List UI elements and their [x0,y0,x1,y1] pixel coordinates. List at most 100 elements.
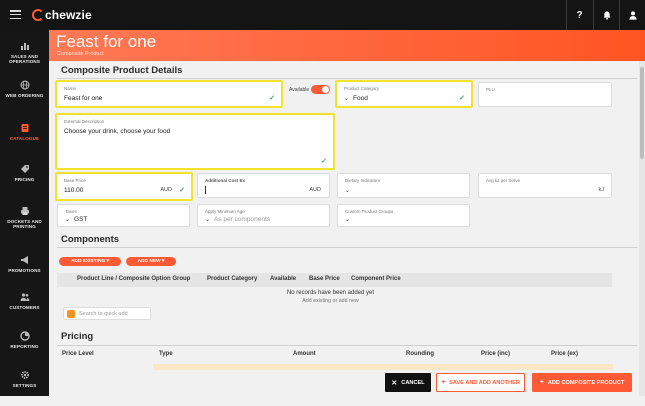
taxes-select[interactable]: Taxes ⌄ GST [57,204,190,227]
currency-suffix: AUD [160,187,172,193]
logo-text: chewzie [45,8,92,22]
check-icon: ✓ [269,95,275,102]
sidebar-item-label: WEB ORDERING [5,93,44,98]
column-header: Product Category [207,276,258,282]
section-divider [57,345,637,346]
column-header: Product Line / Composite Option Group [77,276,191,282]
bell-icon[interactable] [593,0,619,30]
external-description-value: Choose your drink, choose your food [64,128,171,135]
section-divider [57,247,637,248]
base-price-field[interactable]: Base Price 110.00 AUD ✓ [55,172,193,201]
column-header: Component Price [351,276,401,282]
taxes-value: ⌄ GST [65,216,88,223]
quick-add-search-input[interactable]: Search to quick add [63,307,151,320]
column-header: Type [159,351,173,357]
printer-icon [20,207,29,215]
sidebar-item-label: PRICING [14,177,35,182]
sidebar-item-label: SALES AND OPERATIONS [8,54,41,65]
logo-mark [32,9,44,21]
plu-field[interactable]: PLU [478,82,612,107]
plu-label: PLU [486,87,495,92]
user-account-icon[interactable] [619,0,645,30]
sidebar-item-reporting[interactable]: REPORTING [0,331,49,367]
check-icon: ✓ [459,95,465,102]
empty-state-subtitle: Add existing or add new [302,298,359,304]
custom-product-groups-label: Custom Product Groups [345,209,394,214]
available-toggle[interactable] [311,85,330,94]
sidebar-item-pricing[interactable]: PRICING [0,164,49,200]
main-content: Composite Product Details Name Feast for… [49,61,639,396]
close-icon: ✕ [391,379,398,387]
page-subtitle: Composite Product [57,51,104,57]
product-category-value: ⌄ Food [344,95,368,102]
hamburger-menu-icon[interactable] [10,10,21,20]
kj-suffix: kJ [598,187,605,193]
dietary-indicators-select[interactable]: Dietary Indicators ⌄ [337,173,470,198]
top-bar: chewzie ? [0,0,645,30]
report-icon [19,331,30,341]
chevron-down-icon: ⌄ [345,188,351,194]
save-and-add-another-button[interactable]: + SAVE AND ADD ANOTHER [436,373,525,392]
empty-state-title: No records have been added yet [286,290,375,296]
sidebar-item-label: CATALOGUE [9,136,40,141]
catalogue-icon [21,124,28,132]
product-category-select[interactable]: Product Category ⌄ Food ✓ [335,80,473,108]
gear-icon [20,371,29,379]
currency-suffix: AUD [309,187,321,193]
check-icon: ✓ [179,187,185,194]
column-header: Available [270,276,297,282]
base-price-label: Base Price [64,178,86,183]
sidebar-item-settings[interactable]: SETTINGS [0,370,49,406]
section-divider [57,78,637,79]
text-cursor [205,186,206,194]
column-header: Price Level [62,351,94,357]
add-composite-product-button[interactable]: + ADD COMPOSITE PRODUCT [532,373,632,392]
additional-cost-field[interactable]: Additional Cost Ex AUD [197,173,330,198]
name-value: Feast for one [64,95,103,102]
column-header: Rounding [406,351,434,357]
avg-kj-label: Avg kJ per Serve [486,178,521,183]
minimum-age-select[interactable]: Apply Minimum Age ⌄ As per components [197,204,330,227]
sidebar-item-promotions[interactable]: PROMOTIONS [0,255,49,291]
cancel-button[interactable]: ✕ CANCEL [385,373,431,392]
pricing-row-partial [153,364,613,370]
base-price-value: 110.00 [64,187,84,194]
chevron-down-icon: ⌄ [65,217,71,223]
people-icon [20,293,29,301]
name-label: Name [64,86,77,91]
sidebar-item-customers[interactable]: CUSTOMERS [0,292,49,328]
column-header: Base Price [309,276,340,282]
help-icon[interactable]: ? [566,0,592,30]
dietary-indicators-label: Dietary Indicators [345,178,381,183]
page-header: Feast for one Composite Product [49,30,645,61]
sidebar-item-label: PROMOTIONS [8,268,41,273]
chart-icon [20,43,29,50]
sidebar-item-sales-and-operations[interactable]: SALES AND OPERATIONS [0,41,49,77]
page-title: Feast for one [56,32,157,51]
quick-add-placeholder: Search to quick add [79,311,128,317]
app-logo[interactable]: chewzie [32,7,92,23]
avg-kj-field[interactable]: Avg kJ per Serve kJ [478,173,612,198]
sidebar-item-label: CUSTOMERS [9,305,40,310]
external-description-field[interactable]: External Description Choose your drink, … [55,113,335,170]
minimum-age-label: Apply Minimum Age [205,209,245,214]
column-header: Price (inc) [481,351,511,357]
add-existing-button[interactable]: ADD EXISTING ▾ [59,257,121,266]
name-field[interactable]: Name Feast for one ✓ [55,80,283,108]
plus-icon: + [539,379,544,386]
available-label: Available [289,87,310,93]
sidebar: SALES AND OPERATIONS WEB ORDERING CATALO… [0,30,49,396]
globe-icon [20,80,29,90]
custom-product-groups-select[interactable]: Custom Product Groups ⌄ [337,204,470,227]
add-new-button[interactable]: ADD NEW ▾ [126,257,176,266]
components-table-header: Product Line / Composite Option Group Pr… [57,273,612,287]
sidebar-item-dockets-and-printing[interactable]: DOCKETS AND PRINTING [0,206,49,242]
chevron-down-icon: ⌄ [205,217,211,223]
scrollbar-thumb[interactable] [640,67,644,159]
minimum-age-value: ⌄ As per components [205,216,271,223]
sidebar-item-web-ordering[interactable]: WEB ORDERING [0,80,49,116]
quick-add-icon [67,310,75,318]
tag-icon [20,165,29,173]
scrollbar[interactable] [639,61,645,396]
sidebar-item-catalogue[interactable]: CATALOGUE [0,123,49,159]
